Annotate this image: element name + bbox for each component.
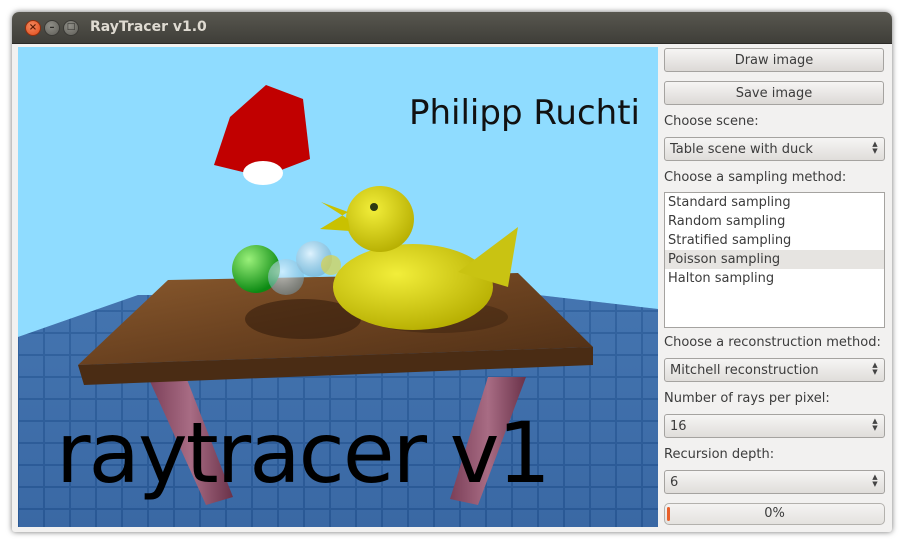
title-bar: × – □ RayTracer v1.0 <box>12 12 892 44</box>
spin-arrows-icon: ▲ ▼ <box>872 473 878 488</box>
draw-image-button[interactable]: Draw image <box>664 48 884 72</box>
sampling-label: Choose a sampling method: <box>664 170 847 185</box>
scene-label: Choose scene: <box>664 114 759 129</box>
spin-arrows-icon: ▲ ▼ <box>872 361 878 376</box>
maximize-window-button[interactable]: □ <box>63 20 79 36</box>
author-overlay-text: Philipp Ruchti <box>409 93 640 133</box>
progress-text: 0% <box>764 506 785 521</box>
progress-fill <box>667 507 670 521</box>
rays-label: Number of rays per pixel: <box>664 391 830 406</box>
scene-select[interactable]: Table scene with duck ▲ ▼ <box>664 137 885 161</box>
save-image-button[interactable]: Save image <box>664 81 884 105</box>
window-title: RayTracer v1.0 <box>90 19 207 35</box>
recursion-depth-value: 6 <box>670 475 679 490</box>
app-window: × – □ RayTracer v1.0 Philipp Ruchti rayt… <box>12 12 892 532</box>
list-item-stratified-sampling[interactable]: Stratified sampling <box>665 231 884 250</box>
list-item-poisson-sampling[interactable]: Poisson sampling <box>665 250 884 269</box>
rendered-scene-image: Philipp Ruchti raytracer v1 <box>18 47 658 527</box>
maximize-icon: □ <box>66 22 76 32</box>
close-window-button[interactable]: × <box>25 20 41 36</box>
list-item-random-sampling[interactable]: Random sampling <box>665 212 884 231</box>
close-icon: × <box>28 22 38 33</box>
rays-per-pixel-value: 16 <box>670 419 687 434</box>
depth-label: Recursion depth: <box>664 447 775 462</box>
rays-per-pixel-select[interactable]: 16 ▲ ▼ <box>664 414 885 438</box>
list-item-standard-sampling[interactable]: Standard sampling <box>665 193 884 212</box>
progress-bar: 0% <box>664 503 885 525</box>
banner-overlay-text: raytracer v1 <box>56 404 549 502</box>
minimize-window-button[interactable]: – <box>44 20 60 36</box>
scene-select-value: Table scene with duck <box>670 142 813 157</box>
sampling-list[interactable]: Standard sampling Random sampling Strati… <box>664 192 885 328</box>
reconstruction-select[interactable]: Mitchell reconstruction ▲ ▼ <box>664 358 885 382</box>
minimize-icon: – <box>49 22 55 33</box>
reconstruction-label: Choose a reconstruction method: <box>664 335 881 350</box>
render-canvas: Philipp Ruchti raytracer v1 <box>18 47 658 527</box>
spin-arrows-icon: ▲ ▼ <box>872 417 878 432</box>
recursion-depth-select[interactable]: 6 ▲ ▼ <box>664 470 885 494</box>
reconstruction-select-value: Mitchell reconstruction <box>670 363 819 378</box>
spin-arrows-icon: ▲ ▼ <box>872 140 878 155</box>
list-item-halton-sampling[interactable]: Halton sampling <box>665 269 884 288</box>
